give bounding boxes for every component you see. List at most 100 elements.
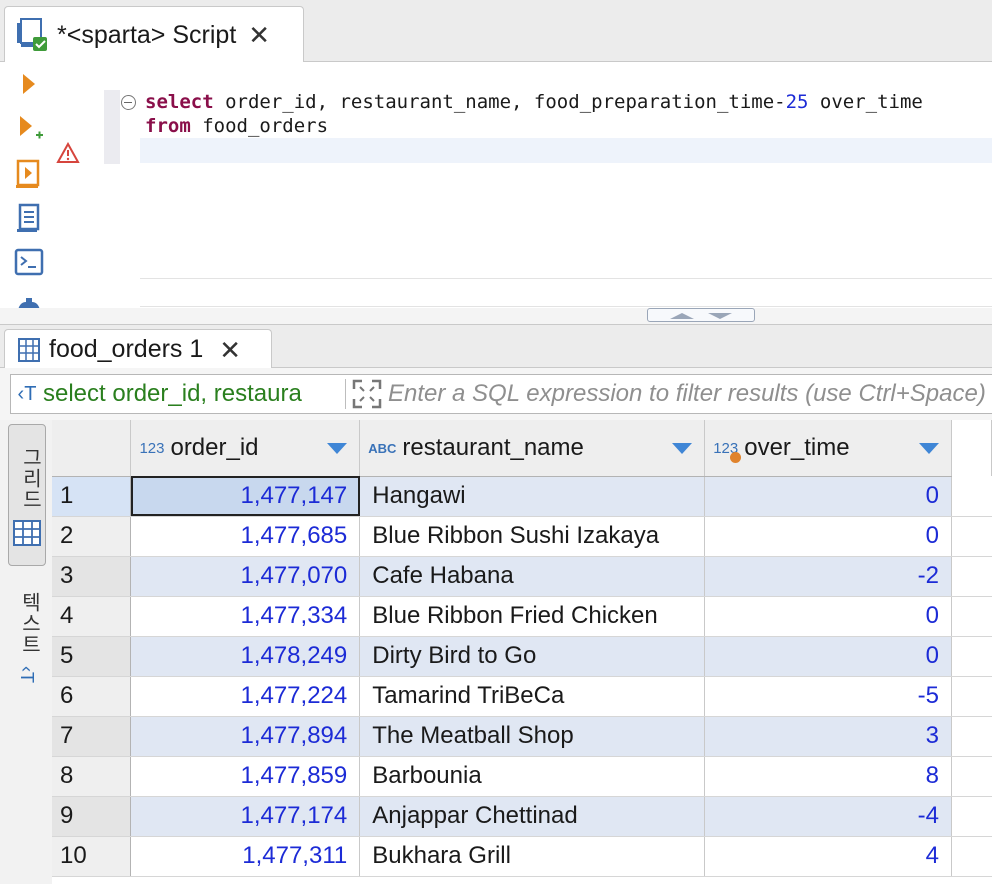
code-line1-rest: over_time: [808, 91, 923, 113]
text-view-label: 텍스트: [18, 592, 40, 655]
row-spacer: [951, 476, 992, 517]
cell-order-id[interactable]: 1,477,174: [130, 796, 361, 837]
table-row[interactable]: 6 1,477,224 Tamarind TriBeCa -5: [52, 676, 992, 717]
cell-order-id[interactable]: 1,477,859: [130, 756, 361, 797]
calculated-badge-icon: [730, 451, 742, 463]
cell-over-time[interactable]: 3: [704, 716, 952, 757]
row-number[interactable]: 5: [52, 636, 132, 677]
text-view-icon: ‹T: [17, 666, 37, 683]
table-row[interactable]: 7 1,477,894 The Meatball Shop 3: [52, 716, 992, 757]
keyword-from: from: [145, 115, 191, 137]
cell-order-id[interactable]: 1,477,311: [130, 836, 361, 877]
cell-restaurant-name[interactable]: Cafe Habana: [359, 556, 706, 597]
cell-order-id[interactable]: 1,478,249: [130, 636, 361, 677]
cell-over-time[interactable]: -2: [704, 556, 952, 597]
table-row[interactable]: 10 1,477,311 Bukhara Grill 4: [52, 836, 992, 877]
cell-over-time[interactable]: 0: [704, 636, 952, 677]
execute-script-icon: [16, 159, 40, 188]
panel-splitter[interactable]: [0, 308, 992, 324]
cell-restaurant-name[interactable]: Anjappar Chettinad: [359, 796, 706, 837]
cell-restaurant-name[interactable]: The Meatball Shop: [359, 716, 706, 757]
tab-results[interactable]: food_orders 1 ✕: [4, 329, 272, 369]
cell-restaurant-name[interactable]: Blue Ribbon Sushi Izakaya: [359, 516, 706, 557]
cell-order-id[interactable]: 1,477,070: [130, 556, 361, 597]
cell-order-id[interactable]: 1,477,334: [130, 596, 361, 637]
cell-restaurant-name[interactable]: Blue Ribbon Fried Chicken: [359, 596, 706, 637]
cell-over-time[interactable]: 8: [704, 756, 952, 797]
tab-script[interactable]: *<sparta> Script ✕: [4, 6, 304, 63]
sql-code[interactable]: select order_id, restaurant_name, food_p…: [145, 90, 923, 138]
view-switcher: 그리드 텍스트 ‹T: [0, 420, 52, 884]
close-tab-icon[interactable]: ✕: [248, 22, 270, 48]
cell-restaurant-name[interactable]: Tamarind TriBeCa: [359, 676, 706, 717]
column-header-label: restaurant_name: [402, 433, 584, 461]
column-header-over-time[interactable]: 123 over_time: [704, 420, 952, 477]
cell-order-id[interactable]: 1,477,894: [130, 716, 361, 757]
numeric-type-icon: 123: [713, 440, 742, 463]
console-icon: [14, 248, 44, 276]
cell-restaurant-name[interactable]: Bukhara Grill: [359, 836, 706, 877]
results-grid: 123 order_id ABC restaurant_name 123 over_t…: [52, 420, 992, 884]
table-row[interactable]: 8 1,477,859 Barbounia 8: [52, 756, 992, 797]
table-row[interactable]: 1 1,477,147 Hangawi 0: [52, 476, 992, 517]
row-number[interactable]: 8: [52, 756, 132, 797]
execute-button[interactable]: [12, 68, 46, 100]
cell-order-id[interactable]: 1,477,224: [130, 676, 361, 717]
cell-restaurant-name[interactable]: Hangawi: [359, 476, 706, 517]
sort-dropdown-icon[interactable]: [672, 443, 693, 454]
sort-dropdown-icon[interactable]: [919, 443, 939, 454]
row-number[interactable]: 3: [52, 556, 132, 597]
cell-over-time[interactable]: 0: [704, 596, 952, 637]
script-file-icon: [17, 18, 47, 51]
filter-input[interactable]: [388, 380, 992, 408]
row-number[interactable]: 7: [52, 716, 132, 757]
tab-script-title: *<sparta> Script: [57, 20, 237, 49]
tab-results-title: food_orders 1: [49, 335, 204, 363]
splitter-arrows-icon: [670, 313, 732, 319]
execute-new-tab-button[interactable]: [12, 112, 46, 144]
row-number[interactable]: 2: [52, 516, 132, 557]
cell-over-time[interactable]: 4: [704, 836, 952, 877]
row-spacer: [951, 756, 992, 797]
splitter-handle[interactable]: [647, 308, 755, 322]
grid-view-label: 그리드: [19, 447, 41, 510]
cell-restaurant-name[interactable]: Dirty Bird to Go: [359, 636, 706, 677]
row-spacer: [951, 596, 992, 637]
table-row[interactable]: 9 1,477,174 Anjappar Chettinad -4: [52, 796, 992, 837]
filter-sql-preview[interactable]: select order_id, restaura: [43, 380, 341, 408]
console-button[interactable]: [12, 246, 46, 278]
explain-plan-icon: [17, 203, 40, 232]
row-number[interactable]: 6: [52, 676, 132, 717]
execute-script-button[interactable]: [12, 158, 46, 190]
cell-over-time[interactable]: -5: [704, 676, 952, 717]
column-header-label: order_id: [170, 433, 259, 461]
column-header-order-id[interactable]: 123 order_id: [130, 420, 361, 477]
table-row[interactable]: 2 1,477,685 Blue Ribbon Sushi Izakaya 0: [52, 516, 992, 557]
cell-over-time[interactable]: -4: [704, 796, 952, 837]
filter-separator: [345, 379, 346, 409]
table-row[interactable]: 5 1,478,249 Dirty Bird to Go 0: [52, 636, 992, 677]
text-view-button[interactable]: 텍스트 ‹T: [8, 592, 46, 692]
editor-tab-bar: *<sparta> Script ✕: [0, 0, 992, 63]
cell-over-time[interactable]: 0: [704, 476, 952, 517]
row-number[interactable]: 4: [52, 596, 132, 637]
table-row[interactable]: 3 1,477,070 Cafe Habana -2: [52, 556, 992, 597]
cell-order-id[interactable]: 1,477,147: [130, 476, 361, 517]
fold-collapse-icon[interactable]: [121, 95, 136, 110]
cell-restaurant-name[interactable]: Barbounia: [359, 756, 706, 797]
editor-toolbar: [0, 62, 52, 324]
close-tab-icon[interactable]: ✕: [219, 337, 241, 363]
row-number[interactable]: 1: [52, 476, 132, 517]
header-spacer: [951, 420, 992, 476]
cell-order-id[interactable]: 1,477,685: [130, 516, 361, 557]
table-row[interactable]: 4 1,477,334 Blue Ribbon Fried Chicken 0: [52, 596, 992, 637]
row-number[interactable]: 9: [52, 796, 132, 837]
cell-over-time[interactable]: 0: [704, 516, 952, 557]
explain-plan-button[interactable]: [12, 202, 46, 234]
row-spacer: [951, 796, 992, 837]
column-header-restaurant-name[interactable]: ABC restaurant_name: [359, 420, 706, 477]
row-number[interactable]: 10: [52, 836, 132, 877]
expand-icon[interactable]: [350, 377, 384, 411]
grid-view-button[interactable]: 그리드: [8, 424, 46, 566]
sort-dropdown-icon[interactable]: [327, 443, 348, 454]
